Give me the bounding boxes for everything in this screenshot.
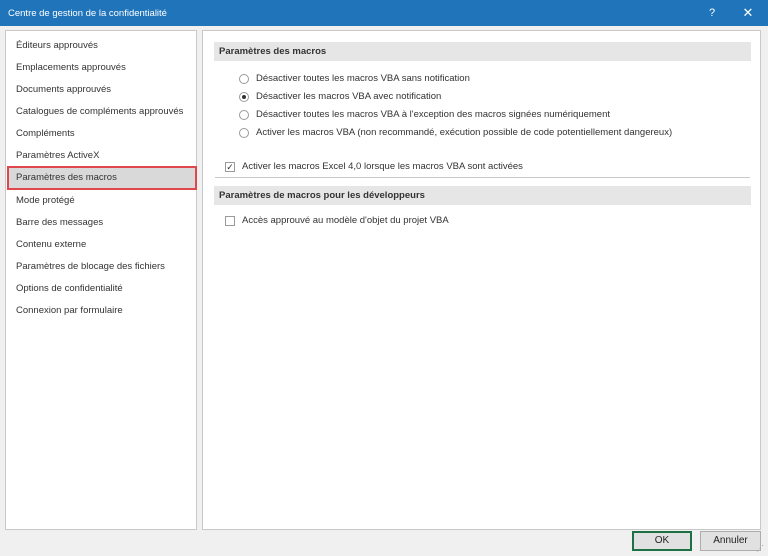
sidebar-item-connexion-formulaire[interactable]: Connexion par formulaire bbox=[9, 301, 195, 321]
sidebar-item-contenu-externe[interactable]: Contenu externe bbox=[9, 235, 195, 255]
section-header-developer: Paramètres de macros pour les développeu… bbox=[214, 186, 751, 205]
dialog-body: Éditeurs approuvés Emplacements approuvé… bbox=[0, 26, 768, 556]
sidebar-item-blocage-fichiers[interactable]: Paramètres de blocage des fichiers bbox=[9, 257, 195, 277]
sidebar-item-parametres-activex[interactable]: Paramètres ActiveX bbox=[9, 146, 195, 166]
radio-button[interactable] bbox=[239, 92, 249, 102]
main-panel: Paramètres des macros Désactiver toutes … bbox=[202, 30, 761, 530]
section-header-macros: Paramètres des macros bbox=[214, 42, 751, 61]
radio-button[interactable] bbox=[239, 110, 249, 120]
checkbox-checked-icon[interactable]: ✓ bbox=[225, 162, 235, 172]
radio-button[interactable] bbox=[239, 128, 249, 138]
sidebar-item-editeurs-approuves[interactable]: Éditeurs approuvés bbox=[9, 36, 195, 56]
sidebar-item-complements[interactable]: Compléments bbox=[9, 124, 195, 144]
sidebar-item-documents-approuves[interactable]: Documents approuvés bbox=[9, 80, 195, 100]
radio-label: Désactiver les macros VBA avec notificat… bbox=[256, 91, 442, 102]
ok-button[interactable]: OK bbox=[632, 531, 692, 551]
radio-label: Activer les macros VBA (non recommandé, … bbox=[256, 127, 673, 138]
sidebar-item-mode-protege[interactable]: Mode protégé bbox=[9, 191, 195, 211]
radio-label: Désactiver toutes les macros VBA à l'exc… bbox=[256, 109, 611, 120]
cancel-button[interactable]: Annuler bbox=[700, 531, 761, 551]
title-bar: Centre de gestion de la confidentialité … bbox=[0, 0, 768, 26]
checkbox-label: Activer les macros Excel 4,0 lorsque les… bbox=[242, 161, 523, 172]
window-title: Centre de gestion de la confidentialité bbox=[8, 8, 167, 19]
resize-grip-icon[interactable]: ⋰ bbox=[756, 544, 766, 554]
checkbox-unchecked-icon[interactable] bbox=[225, 216, 235, 226]
sidebar-item-emplacements-approuves[interactable]: Emplacements approuvés bbox=[9, 58, 195, 78]
section-divider bbox=[215, 177, 750, 178]
sidebar-item-options-confidentialite[interactable]: Options de confidentialité bbox=[9, 279, 195, 299]
checkbox-label: Accès approuvé au modèle d'objet du proj… bbox=[242, 215, 449, 226]
close-icon[interactable]: ✕ bbox=[735, 0, 761, 26]
sidebar: Éditeurs approuvés Emplacements approuvé… bbox=[5, 30, 197, 530]
sidebar-item-catalogues-complements[interactable]: Catalogues de compléments approuvés bbox=[9, 102, 195, 122]
radio-label: Désactiver toutes les macros VBA sans no… bbox=[256, 73, 470, 84]
help-icon[interactable]: ? bbox=[700, 0, 724, 26]
sidebar-item-barre-messages[interactable]: Barre des messages bbox=[9, 213, 195, 233]
radio-button[interactable] bbox=[239, 74, 249, 84]
sidebar-item-parametres-macros[interactable]: Paramètres des macros bbox=[7, 166, 197, 190]
